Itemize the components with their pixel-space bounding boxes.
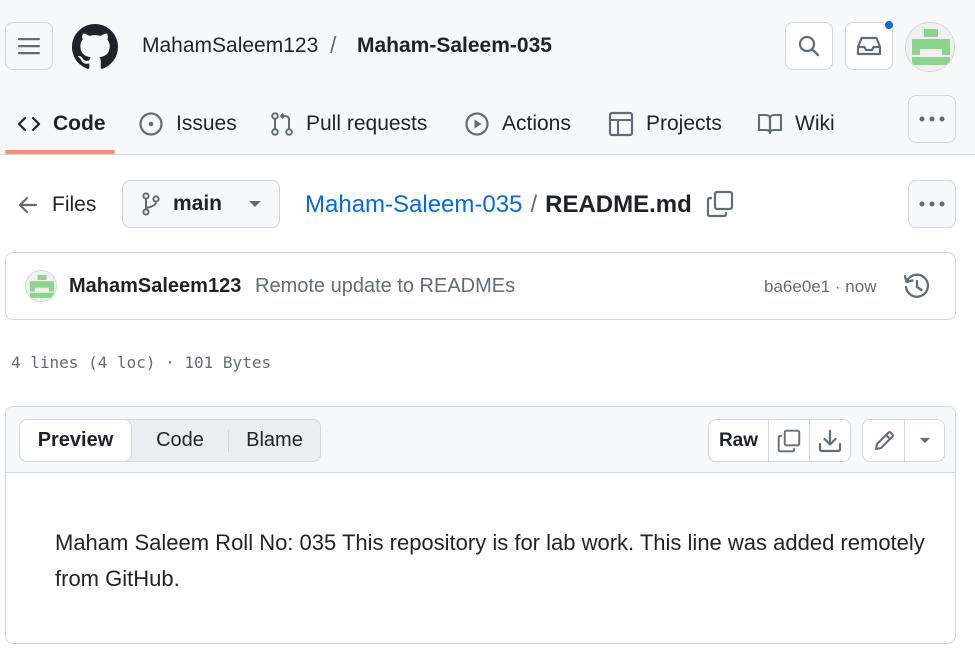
file-viewer: Preview Code Blame Raw Maham Saleem Roll… [5, 406, 956, 644]
file-stats: 4 lines (4 loc) · 101 Bytes [11, 353, 272, 372]
triangle-down-icon [919, 437, 930, 444]
tab-code-label: Code [53, 112, 106, 135]
inbox-icon [856, 36, 882, 56]
repo-owner-link[interactable]: MahamSaleem123 [142, 34, 318, 58]
copy-icon [777, 429, 801, 452]
latest-commit-box: MahamSaleem123 Remote update to READMEs … [5, 252, 956, 320]
tab-pull-requests-label: Pull requests [306, 112, 428, 135]
files-back-button[interactable]: Files [18, 190, 96, 220]
tab-pull-requests[interactable]: Pull requests [270, 95, 427, 153]
search-icon [798, 35, 820, 57]
triangle-down-icon [249, 201, 262, 207]
tab-code-view[interactable]: Code [132, 420, 228, 461]
table-icon [608, 111, 634, 137]
notification-dot [883, 19, 895, 31]
copy-raw-button[interactable] [769, 420, 810, 461]
commit-message-link[interactable]: Remote update to READMEs [255, 275, 515, 298]
tab-actions[interactable]: Actions [464, 95, 571, 153]
download-raw-button[interactable] [810, 420, 850, 461]
edit-options-dropdown[interactable] [905, 420, 944, 461]
tab-code[interactable]: Code [17, 95, 106, 153]
branch-name: main [173, 192, 223, 215]
repo-name-link[interactable]: Maham-Saleem-035 [357, 34, 552, 58]
tab-projects[interactable]: Projects [608, 95, 722, 153]
identicon-icon [906, 23, 954, 71]
git-pull-request-icon [271, 112, 293, 136]
breadcrumb-separator: / [530, 191, 538, 218]
breadcrumb-file-name: README.md [545, 191, 692, 218]
more-tabs-button[interactable] [908, 95, 956, 143]
file-more-options-button[interactable] [908, 180, 956, 228]
download-icon [818, 429, 842, 452]
github-logo-icon[interactable] [72, 24, 118, 70]
commit-author-avatar[interactable] [25, 270, 57, 302]
copy-path-icon[interactable] [706, 190, 734, 218]
raw-copy-download-group: Raw [708, 419, 851, 462]
tab-issues[interactable]: Issues [138, 95, 237, 153]
kebab-horizontal-icon [919, 201, 945, 207]
branch-selector-button[interactable]: main [122, 180, 280, 228]
menu-button[interactable] [5, 22, 53, 70]
tab-projects-label: Projects [646, 112, 722, 135]
readme-content: Maham Saleem Roll No: 035 This repositor… [55, 530, 925, 591]
git-branch-icon [142, 192, 160, 216]
edit-file-button[interactable] [863, 420, 905, 461]
breadcrumb-repo-link[interactable]: Maham-Saleem-035 [305, 191, 522, 219]
code-icon [17, 116, 41, 132]
user-avatar[interactable] [905, 22, 955, 72]
commit-author-link[interactable]: MahamSaleem123 [69, 275, 241, 298]
issue-opened-icon [139, 112, 163, 136]
files-back-label: Files [52, 193, 97, 216]
tab-wiki[interactable]: Wiki [757, 95, 835, 153]
tab-blame[interactable]: Blame [229, 420, 320, 461]
breadcrumb: Maham-Saleem-035 / README.md [305, 191, 692, 219]
repo-header: MahamSaleem123 / Maham-Saleem-035 Code I… [0, 0, 975, 155]
commit-sha-time[interactable]: ba6e0e1 · now [764, 277, 876, 297]
edit-group [862, 419, 945, 462]
raw-button[interactable]: Raw [709, 420, 769, 461]
history-icon[interactable] [902, 272, 932, 302]
file-toolbar: Preview Code Blame Raw [6, 407, 955, 473]
search-button[interactable] [785, 22, 833, 70]
hamburger-icon [18, 38, 40, 55]
view-mode-switch: Preview Code Blame [19, 419, 321, 462]
repo-nav-tabs: Code Issues Pull requests Actions Projec… [0, 95, 975, 155]
identicon-icon [26, 271, 56, 301]
selected-tab-underline [5, 150, 115, 154]
tab-issues-label: Issues [176, 112, 237, 135]
play-icon [465, 112, 489, 136]
tab-wiki-label: Wiki [795, 112, 835, 135]
owner-repo-separator: / [330, 32, 337, 58]
arrow-left-icon [18, 196, 38, 214]
tab-actions-label: Actions [502, 112, 571, 135]
pencil-icon [874, 430, 894, 450]
tab-preview[interactable]: Preview [19, 419, 132, 462]
kebab-horizontal-icon [919, 116, 945, 122]
book-icon [757, 113, 783, 135]
